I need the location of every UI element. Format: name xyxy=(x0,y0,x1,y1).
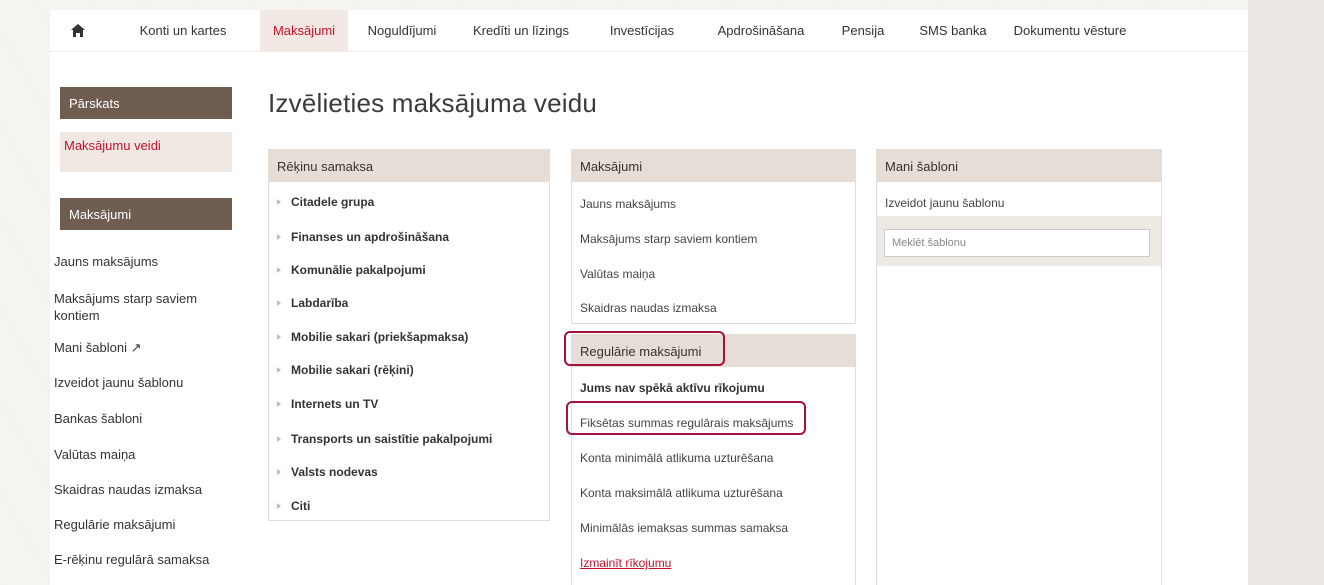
template-search-input[interactable]: Meklēt šablonu xyxy=(884,229,1150,257)
nav-pension[interactable]: Pensija xyxy=(824,10,902,51)
sidebar-item-new-payment[interactable]: Jauns maksājums xyxy=(54,253,232,270)
sidebar-item-bank-templates[interactable]: Bankas šabloni xyxy=(54,410,232,427)
sidebar-item-payment-types[interactable]: Maksājumu veidi xyxy=(60,132,232,172)
bill-category-item[interactable]: Mobilie sakari (rēķini) xyxy=(277,363,414,377)
bill-category-item[interactable]: Labdarība xyxy=(277,296,348,310)
sidebar-item-create-template[interactable]: Izveidot jaunu šablonu xyxy=(54,374,232,391)
payment-link-own-accounts[interactable]: Maksājums starp saviem kontiem xyxy=(580,232,757,246)
page-title: Izvēlieties maksājuma veidu xyxy=(268,88,598,118)
bill-category-item[interactable]: Mobilie sakari (priekšapmaksa) xyxy=(277,330,468,344)
chevron-right-icon xyxy=(277,334,281,340)
regular-link-min-balance[interactable]: Konta minimālā atlikuma uzturēšana xyxy=(580,451,773,465)
highlight-fixed-amount xyxy=(566,401,806,435)
payment-link-new[interactable]: Jauns maksājums xyxy=(580,197,676,211)
nav-investments[interactable]: Investīcijas xyxy=(586,10,698,51)
sidebar-item-my-templates[interactable]: Mani šabloni ↗ xyxy=(54,339,232,356)
highlight-regular-payments xyxy=(564,331,725,366)
bill-category-item[interactable]: Valsts nodevas xyxy=(277,465,378,479)
sidebar-item-currency-exchange[interactable]: Valūtas maiņa xyxy=(54,446,232,463)
chevron-right-icon xyxy=(277,234,281,240)
chevron-right-icon xyxy=(277,367,281,373)
right-band xyxy=(1248,0,1324,585)
sidebar-item-e-invoice-regular[interactable]: E-rēķinu regulārā samaksa xyxy=(54,551,232,568)
templates-panel: Mani šabloni Izveidot jaunu šablonu Mekl… xyxy=(876,149,1162,585)
chevron-right-icon xyxy=(277,199,281,205)
home-icon xyxy=(71,24,85,37)
payment-link-cash-withdrawal[interactable]: Skaidras naudas izmaksa xyxy=(580,301,717,315)
nav-sms-bank[interactable]: SMS banka xyxy=(902,10,1004,51)
bill-category-item[interactable]: Citi xyxy=(277,499,310,513)
nav-document-history[interactable]: Dokumentu vēsture xyxy=(1004,10,1136,51)
nav-loans-leasing[interactable]: Kredīti un līzings xyxy=(456,10,586,51)
regular-link-max-balance[interactable]: Konta maksimālā atlikuma uzturēšana xyxy=(580,486,783,500)
sidebar-payments-header[interactable]: Maksājumi xyxy=(60,198,232,230)
nav-deposits[interactable]: Noguldījumi xyxy=(348,10,456,51)
sidebar-overview-header[interactable]: Pārskats xyxy=(60,87,232,119)
bill-category-item[interactable]: Finanses un apdrošināšana xyxy=(277,230,449,244)
sidebar-item-own-accounts[interactable]: Maksājums starp saviem kontiem xyxy=(54,290,232,324)
templates-panel-header: Mani šabloni xyxy=(877,150,1161,182)
top-navigation: Konti un kartes Maksājumi Noguldījumi Kr… xyxy=(50,10,1248,52)
bill-category-item[interactable]: Transports un saistītie pakalpojumi xyxy=(277,432,492,446)
chevron-right-icon xyxy=(277,436,281,442)
sidebar-item-regular-payments[interactable]: Regulārie maksājumi xyxy=(54,516,232,533)
regular-link-min-deposit[interactable]: Minimālās iemaksas summas samaksa xyxy=(580,521,788,535)
nav-home[interactable] xyxy=(50,10,106,51)
payments-panel-header: Maksājumi xyxy=(572,150,855,182)
bill-category-item[interactable]: Internets un TV xyxy=(277,397,378,411)
bill-category-item[interactable]: Komunālie pakalpojumi xyxy=(277,263,426,277)
nav-payments[interactable]: Maksājumi xyxy=(260,10,348,51)
payment-link-currency-exchange[interactable]: Valūtas maiņa xyxy=(580,267,655,281)
chevron-right-icon xyxy=(277,503,281,509)
chevron-right-icon xyxy=(277,267,281,273)
chevron-right-icon xyxy=(277,401,281,407)
nav-insurance[interactable]: Apdrošināšana xyxy=(698,10,824,51)
content-area: Konti un kartes Maksājumi Noguldījumi Kr… xyxy=(50,10,1248,585)
bills-panel-header: Rēķinu samaksa xyxy=(269,150,549,182)
no-active-orders-notice: Jums nav spēkā aktīvu rīkojumu xyxy=(580,381,765,395)
page-background: Konti un kartes Maksājumi Noguldījumi Kr… xyxy=(0,0,1324,585)
create-template-link[interactable]: Izveidot jaunu šablonu xyxy=(885,196,1004,210)
chevron-right-icon xyxy=(277,300,281,306)
change-order-link[interactable]: Izmainīt rīkojumu xyxy=(580,556,671,570)
bills-panel: Rēķinu samaksa Citadele grupa Finanses u… xyxy=(268,149,550,521)
payments-panel: Maksājumi Jauns maksājums Maksājums star… xyxy=(571,149,856,324)
sidebar-item-cash-withdrawal[interactable]: Skaidras naudas izmaksa xyxy=(54,481,232,498)
bill-category-item[interactable]: Citadele grupa xyxy=(277,195,374,209)
chevron-right-icon xyxy=(277,469,281,475)
nav-accounts-cards[interactable]: Konti un kartes xyxy=(106,10,260,51)
regular-payments-panel: Regulārie maksājumi Jums nav spēkā aktīv… xyxy=(571,334,856,585)
